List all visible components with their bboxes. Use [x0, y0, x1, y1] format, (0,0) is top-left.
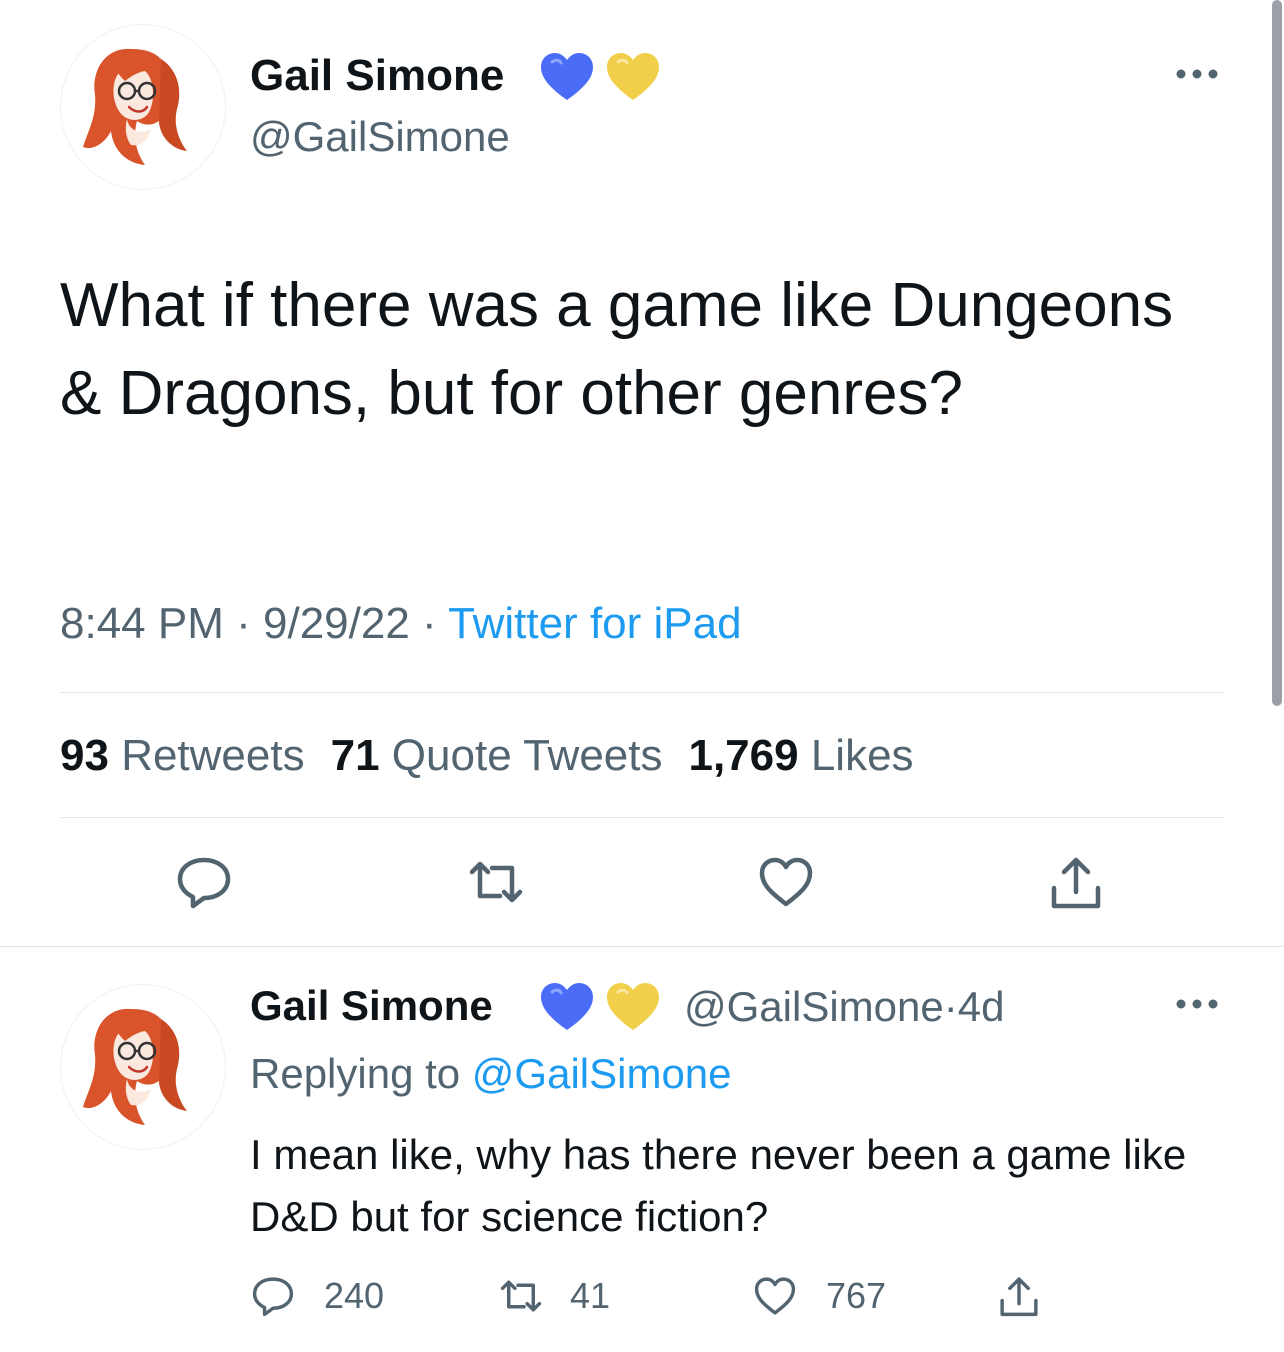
like-icon: [754, 1277, 796, 1315]
reply-retweet-button[interactable]: 41: [498, 1272, 610, 1320]
tweet-text: What if there was a game like Dungeons &…: [60, 271, 1174, 428]
quote-tweets-label: Quote Tweets: [391, 731, 663, 780]
quote-tweets-count: 71: [330, 731, 380, 780]
likes-label: Likes: [810, 731, 914, 780]
reply-author-avatar[interactable]: [60, 984, 226, 1150]
author-handle[interactable]: @GailSimone: [250, 112, 510, 162]
more-options-icon[interactable]: [1174, 66, 1220, 82]
tweet-source-link[interactable]: Twitter for iPad: [448, 599, 741, 648]
retweets-count: 93: [60, 731, 109, 780]
scrollbar[interactable]: [1272, 0, 1282, 706]
tweet-meta: 8:44 PM · 9/29/22 · Twitter for iPad: [60, 598, 742, 650]
reply-reply-button[interactable]: 240: [250, 1272, 384, 1320]
reply-author-display-name[interactable]: Gail Simone: [250, 980, 493, 1032]
retweet-icon: [500, 1280, 542, 1312]
tweet-date[interactable]: 9/29/22: [263, 599, 410, 648]
reply-replies-count: 240: [324, 1275, 385, 1316]
meta-separator: ·: [422, 599, 437, 648]
avatar-image: [61, 25, 225, 189]
reply-retweets-count: 41: [570, 1275, 611, 1316]
more-options-icon[interactable]: [1174, 996, 1220, 1012]
reply-icon: [252, 1277, 294, 1317]
author-avatar[interactable]: [60, 24, 226, 190]
retweet-icon[interactable]: [466, 852, 526, 912]
reply-author-handle[interactable]: @GailSimone: [684, 983, 944, 1030]
like-icon[interactable]: [756, 852, 816, 912]
quote-tweets-stat[interactable]: 71 Quote Tweets: [331, 731, 663, 780]
reply-like-button[interactable]: 767: [752, 1272, 886, 1320]
avatar-image: [61, 985, 225, 1149]
replying-to: Replying to @GailSimone: [250, 1048, 732, 1100]
reply-icon[interactable]: [174, 852, 234, 912]
author-display-name[interactable]: Gail Simone: [250, 50, 504, 102]
share-icon: [1000, 1277, 1038, 1317]
retweets-label: Retweets: [121, 731, 305, 780]
reply-age[interactable]: 4d: [958, 983, 1005, 1030]
reply-text: I mean like, why has there never been a …: [250, 1131, 1187, 1240]
reply-share-button[interactable]: [996, 1272, 1042, 1320]
likes-stat[interactable]: 1,769 Likes: [688, 731, 913, 780]
replying-to-mention[interactable]: @GailSimone: [472, 1050, 732, 1097]
reply-meta: @GailSimone·4d: [684, 982, 1004, 1032]
divider: [60, 817, 1224, 818]
blue-heart-icon: [538, 50, 596, 104]
divider: [0, 946, 1284, 947]
yellow-heart-icon: [604, 980, 662, 1034]
yellow-heart-icon: [604, 50, 662, 104]
meta-separator: ·: [236, 599, 251, 648]
retweets-stat[interactable]: 93 Retweets: [60, 731, 305, 780]
share-icon[interactable]: [1046, 852, 1106, 912]
meta-separator: ·: [943, 983, 958, 1030]
divider: [60, 692, 1224, 693]
blue-heart-icon: [538, 980, 596, 1034]
replying-to-label: Replying to: [250, 1050, 461, 1097]
tweet-stats: 93 Retweets 71 Quote Tweets 1,769 Likes: [60, 730, 914, 782]
reply-likes-count: 767: [826, 1275, 887, 1316]
tweet-time[interactable]: 8:44 PM: [60, 599, 224, 648]
likes-count: 1,769: [688, 731, 799, 780]
